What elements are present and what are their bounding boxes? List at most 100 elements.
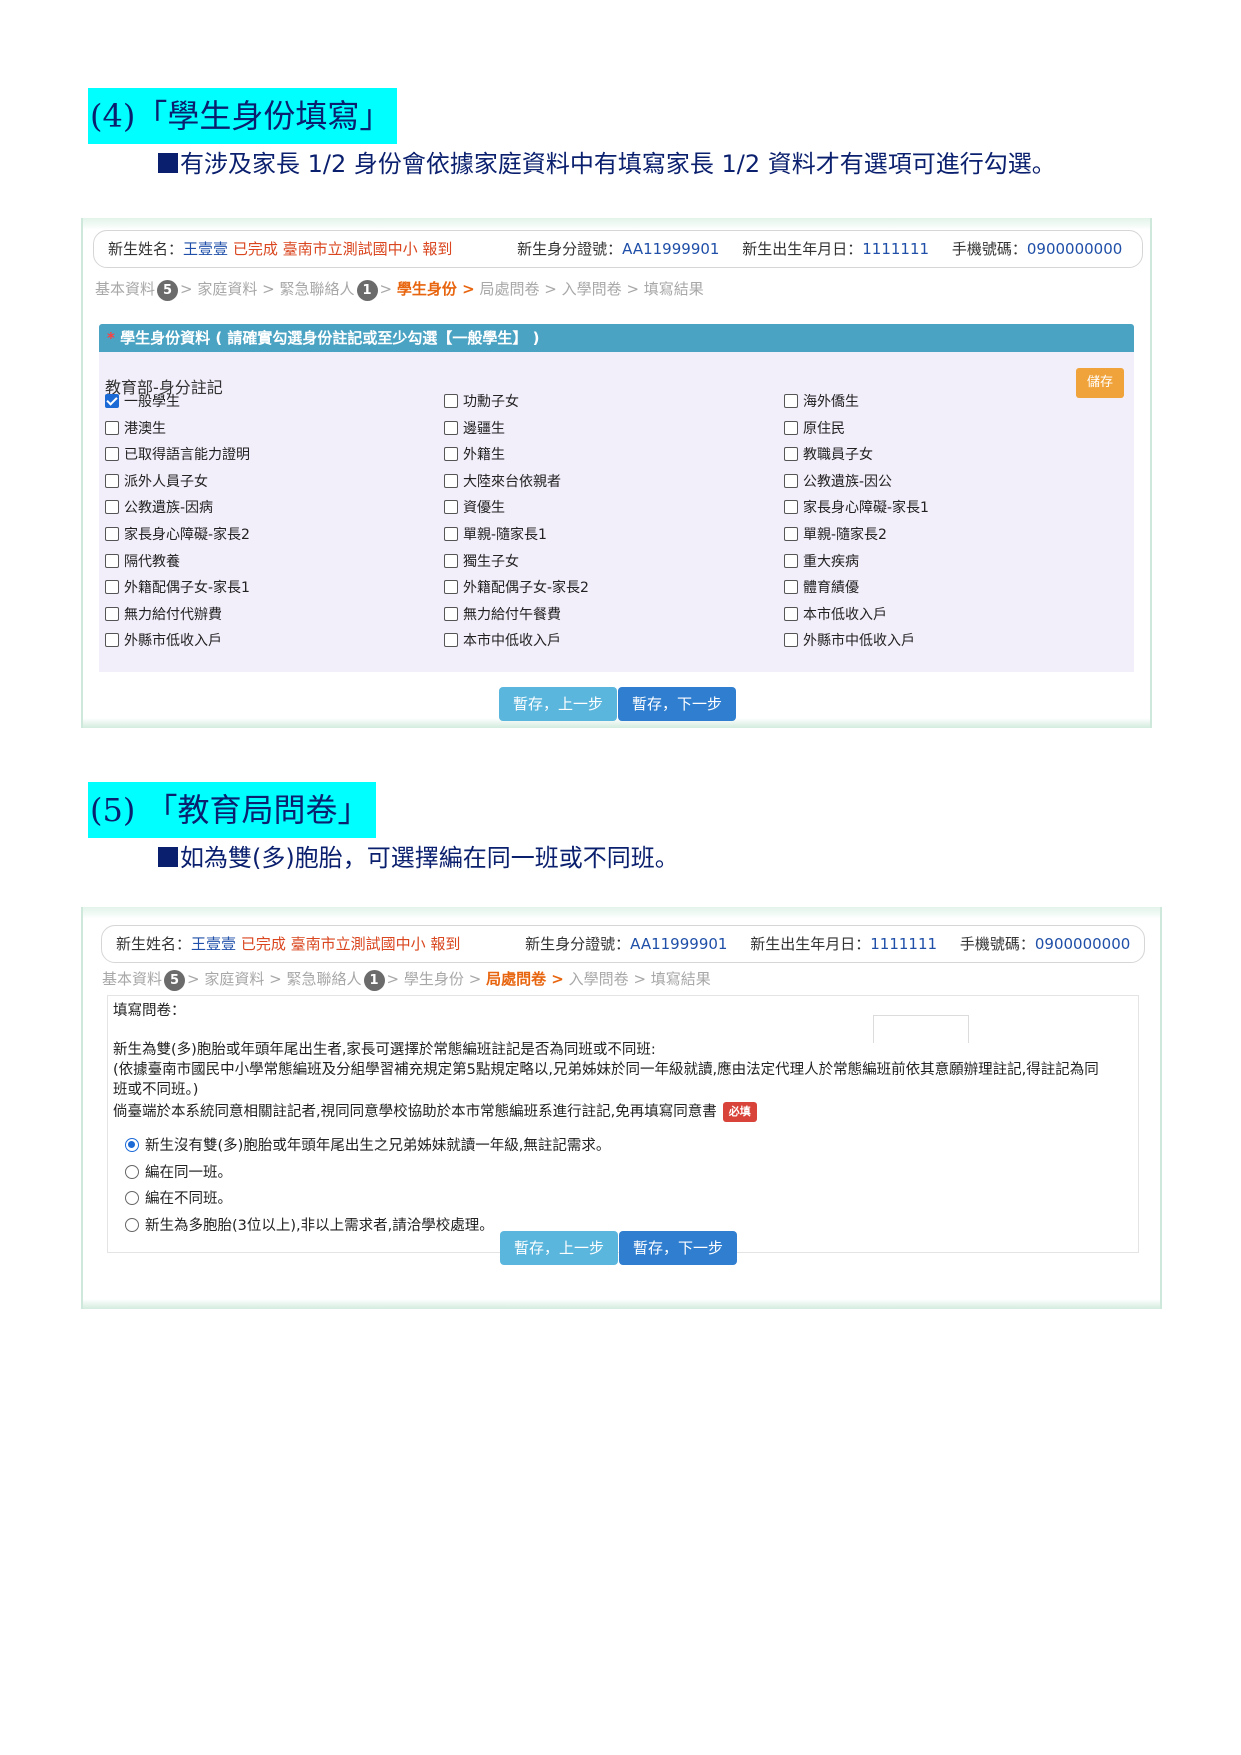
identity-checkbox[interactable]: 無力給付午餐費 [444, 606, 561, 624]
save-next-button[interactable]: 暫存，下一步 [619, 1231, 737, 1265]
step-enroll-survey[interactable]: 入學問卷 [569, 970, 629, 988]
twin-option-radio[interactable]: 新生為多胞胎(3位以上),非以上需求者,請洽學校處理。 [125, 1217, 494, 1235]
step-enroll-survey[interactable]: 入學問卷 [562, 280, 622, 298]
checkbox-icon[interactable] [444, 553, 458, 568]
identity-checkbox[interactable]: 本市低收入戶 [784, 606, 887, 624]
identity-checkbox[interactable]: 教職員子女 [784, 446, 873, 464]
checkbox-checked-icon[interactable] [105, 394, 119, 408]
radio-icon[interactable] [125, 1191, 139, 1205]
checkbox-icon[interactable] [784, 447, 798, 462]
identity-checkbox[interactable]: 隔代教養 [105, 553, 180, 571]
checkbox-icon[interactable] [444, 633, 458, 648]
identity-checkbox[interactable]: 大陸來台依親者 [444, 473, 561, 491]
save-next-button[interactable]: 暫存，下一步 [618, 687, 736, 721]
checkbox-icon[interactable] [444, 527, 458, 541]
checkbox-icon[interactable] [444, 580, 458, 595]
checkbox-icon[interactable] [444, 500, 458, 515]
identity-checkbox[interactable]: 體育績優 [784, 579, 859, 597]
identity-checkbox[interactable]: 外縣市低收入戶 [105, 632, 222, 650]
step-bureau-survey[interactable]: 局處問卷 > [486, 970, 564, 988]
checkbox-icon[interactable] [784, 580, 798, 595]
checkbox-icon[interactable] [444, 420, 458, 435]
identity-checkbox[interactable]: 單親-隨家長2 [784, 526, 887, 544]
identity-checkbox[interactable]: 原住民 [784, 420, 845, 438]
identity-checkbox[interactable]: 公教遺族-因病 [105, 499, 213, 517]
step-result[interactable]: 填寫結果 [644, 280, 704, 298]
save-button[interactable]: 儲存 [1076, 368, 1124, 398]
checkbox-icon[interactable] [105, 473, 119, 488]
checkbox-icon[interactable] [784, 633, 798, 648]
step-family[interactable]: 家庭資料 [204, 970, 264, 988]
survey-heading: 填寫問卷： [113, 1003, 186, 1019]
identity-checkbox[interactable]: 邊疆生 [444, 420, 505, 438]
radio-icon[interactable] [125, 1164, 139, 1179]
identity-checkbox[interactable]: 家長身心障礙-家長1 [784, 499, 929, 517]
checkbox-icon[interactable] [444, 394, 458, 408]
checkbox-icon[interactable] [105, 500, 119, 515]
section5-note-text: 如為雙(多)胞胎，可選擇編在同一班或不同班。 [180, 844, 679, 872]
identity-checkbox[interactable]: 公教遺族-因公 [784, 473, 892, 491]
step-bureau-survey[interactable]: 局處問卷 [479, 280, 539, 298]
section4-note: 有涉及家長 1/2 身份會依據家庭資料中有填寫家長 1/2 資料才有選項可進行勾… [158, 148, 1056, 180]
identity-checkbox[interactable]: 單親-隨家長1 [444, 526, 547, 544]
checkbox-label: 教職員子女 [803, 447, 873, 464]
checkbox-icon[interactable] [784, 527, 798, 541]
step-result[interactable]: 填寫結果 [651, 970, 711, 988]
student-info-bar: 新生姓名：王壹壹 已完成 臺南市立測試國中小 報到 新生身分證號：AA11999… [101, 925, 1145, 963]
checkbox-icon[interactable] [105, 553, 119, 568]
identity-checkbox[interactable]: 港澳生 [105, 420, 166, 438]
checkbox-icon[interactable] [784, 473, 798, 488]
identity-checkbox[interactable]: 海外僑生 [784, 393, 859, 411]
checkbox-icon[interactable] [444, 447, 458, 462]
identity-checkbox[interactable]: 功勳子女 [444, 393, 519, 411]
twin-option-radio[interactable]: 新生沒有雙(多)胞胎或年頭年尾出生之兄弟姊妹就讀一年級,無註記需求。 [125, 1137, 610, 1155]
checkbox-icon[interactable] [784, 500, 798, 515]
checkbox-icon[interactable] [105, 606, 119, 621]
identity-checkbox[interactable]: 重大疾病 [784, 553, 859, 571]
identity-checkbox[interactable]: 外籍配偶子女-家長1 [105, 579, 250, 597]
identity-checkbox[interactable]: 無力給付代辦費 [105, 606, 222, 624]
checkbox-icon[interactable] [784, 394, 798, 408]
checkbox-icon[interactable] [444, 606, 458, 621]
checkbox-label: 原住民 [803, 420, 845, 437]
identity-checkbox[interactable]: 外籍生 [444, 446, 505, 464]
identity-checkbox[interactable]: 外籍配偶子女-家長2 [444, 579, 589, 597]
twin-option-radio[interactable]: 編在不同班。 [125, 1190, 232, 1208]
save-prev-button[interactable]: 暫存，上一步 [500, 1231, 618, 1265]
checkbox-icon[interactable] [105, 420, 119, 435]
checkbox-label: 單親-隨家長2 [803, 527, 887, 543]
step-identity[interactable]: 學生身份 [404, 970, 464, 988]
checkbox-icon[interactable] [444, 473, 458, 488]
save-prev-button[interactable]: 暫存，上一步 [499, 687, 617, 721]
step-identity[interactable]: 學生身份 > [397, 280, 475, 298]
identity-checkbox[interactable]: 已取得語言能力證明 [105, 446, 250, 464]
student-name: 王壹壹 [183, 240, 229, 258]
identity-checkbox[interactable]: 資優生 [444, 499, 505, 517]
step-emergency[interactable]: 緊急聯絡人 [287, 970, 362, 988]
checkbox-icon[interactable] [105, 633, 119, 648]
identity-checkbox[interactable]: 家長身心障礙-家長2 [105, 526, 250, 544]
checkbox-icon[interactable] [784, 420, 798, 435]
checkbox-icon[interactable] [784, 553, 798, 568]
radio-icon[interactable] [125, 1217, 139, 1232]
step-emergency[interactable]: 緊急聯絡人 [280, 280, 355, 298]
identity-checkbox[interactable]: 獨生子女 [444, 553, 519, 571]
step-basic[interactable]: 基本資料 [95, 280, 155, 298]
student-id: AA11999901 [622, 240, 720, 258]
checkbox-icon[interactable] [105, 527, 119, 541]
checkbox-label: 本市低收入戶 [803, 606, 887, 623]
checkbox-icon[interactable] [784, 606, 798, 621]
identity-checkbox[interactable]: 本市中低收入戶 [444, 632, 561, 650]
checkbox-icon[interactable] [105, 447, 119, 462]
radio-label: 編在同一班。 [145, 1164, 232, 1181]
radio-selected-icon[interactable] [125, 1138, 139, 1152]
twin-option-radio[interactable]: 編在同一班。 [125, 1164, 232, 1182]
survey-consent: 倘臺端於本系統同意相關註記者,視同同意學校協助於本市常態編班系進行註記,免再填寫… [113, 1102, 757, 1122]
identity-checkbox[interactable]: 外縣市中低收入戶 [784, 632, 915, 650]
step-family[interactable]: 家庭資料 [197, 280, 257, 298]
checkbox-label: 大陸來台依親者 [463, 473, 561, 490]
checkbox-icon[interactable] [105, 580, 119, 595]
identity-checkbox[interactable]: 一般學生 [105, 393, 180, 411]
identity-checkbox[interactable]: 派外人員子女 [105, 473, 208, 491]
step-basic[interactable]: 基本資料 [102, 970, 162, 988]
